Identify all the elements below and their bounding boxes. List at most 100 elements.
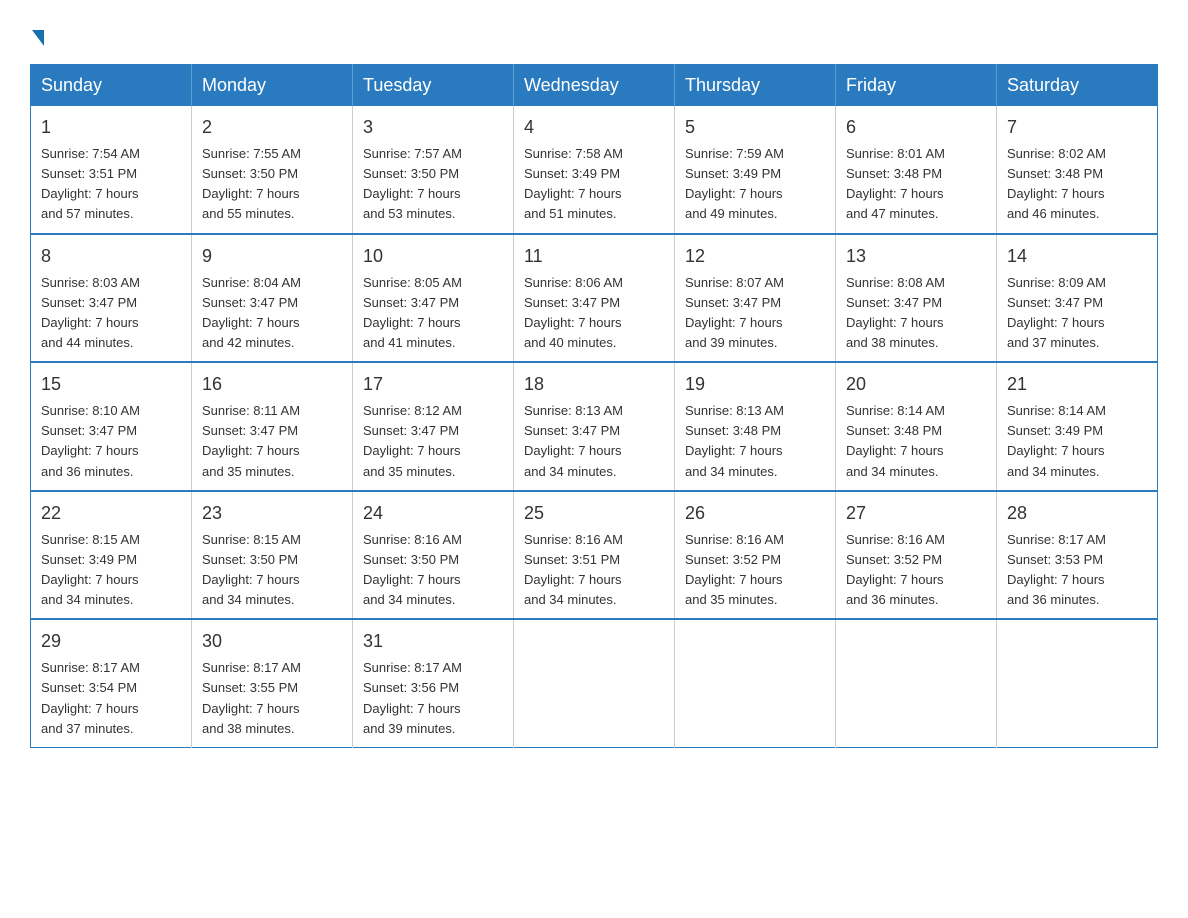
day-info: Sunrise: 8:10 AMSunset: 3:47 PMDaylight:… [41, 403, 140, 478]
day-info: Sunrise: 8:11 AMSunset: 3:47 PMDaylight:… [202, 403, 300, 478]
calendar-day-cell: 3 Sunrise: 7:57 AMSunset: 3:50 PMDayligh… [353, 106, 514, 234]
day-number: 26 [685, 500, 825, 527]
day-number: 30 [202, 628, 342, 655]
calendar-day-cell: 15 Sunrise: 8:10 AMSunset: 3:47 PMDaylig… [31, 362, 192, 491]
calendar-day-cell: 9 Sunrise: 8:04 AMSunset: 3:47 PMDayligh… [192, 234, 353, 363]
day-number: 22 [41, 500, 181, 527]
calendar-day-cell: 6 Sunrise: 8:01 AMSunset: 3:48 PMDayligh… [836, 106, 997, 234]
day-number: 18 [524, 371, 664, 398]
day-number: 6 [846, 114, 986, 141]
calendar-day-cell: 21 Sunrise: 8:14 AMSunset: 3:49 PMDaylig… [997, 362, 1158, 491]
calendar-day-cell: 24 Sunrise: 8:16 AMSunset: 3:50 PMDaylig… [353, 491, 514, 620]
calendar-day-cell: 29 Sunrise: 8:17 AMSunset: 3:54 PMDaylig… [31, 619, 192, 747]
day-info: Sunrise: 8:09 AMSunset: 3:47 PMDaylight:… [1007, 275, 1106, 350]
calendar-day-cell: 19 Sunrise: 8:13 AMSunset: 3:48 PMDaylig… [675, 362, 836, 491]
day-number: 20 [846, 371, 986, 398]
calendar-day-cell: 5 Sunrise: 7:59 AMSunset: 3:49 PMDayligh… [675, 106, 836, 234]
day-info: Sunrise: 8:17 AMSunset: 3:54 PMDaylight:… [41, 660, 140, 735]
day-info: Sunrise: 8:17 AMSunset: 3:55 PMDaylight:… [202, 660, 301, 735]
day-info: Sunrise: 7:57 AMSunset: 3:50 PMDaylight:… [363, 146, 462, 221]
day-of-week-header: Thursday [675, 65, 836, 107]
calendar-week-row: 15 Sunrise: 8:10 AMSunset: 3:47 PMDaylig… [31, 362, 1158, 491]
calendar-day-cell: 25 Sunrise: 8:16 AMSunset: 3:51 PMDaylig… [514, 491, 675, 620]
day-info: Sunrise: 8:01 AMSunset: 3:48 PMDaylight:… [846, 146, 945, 221]
calendar-day-cell: 22 Sunrise: 8:15 AMSunset: 3:49 PMDaylig… [31, 491, 192, 620]
day-of-week-header: Friday [836, 65, 997, 107]
calendar-day-cell: 4 Sunrise: 7:58 AMSunset: 3:49 PMDayligh… [514, 106, 675, 234]
day-info: Sunrise: 8:07 AMSunset: 3:47 PMDaylight:… [685, 275, 784, 350]
calendar-day-cell: 20 Sunrise: 8:14 AMSunset: 3:48 PMDaylig… [836, 362, 997, 491]
day-number: 7 [1007, 114, 1147, 141]
calendar-day-cell: 1 Sunrise: 7:54 AMSunset: 3:51 PMDayligh… [31, 106, 192, 234]
day-number: 2 [202, 114, 342, 141]
day-number: 8 [41, 243, 181, 270]
day-info: Sunrise: 8:15 AMSunset: 3:49 PMDaylight:… [41, 532, 140, 607]
day-number: 21 [1007, 371, 1147, 398]
calendar-week-row: 8 Sunrise: 8:03 AMSunset: 3:47 PMDayligh… [31, 234, 1158, 363]
calendar-day-cell: 13 Sunrise: 8:08 AMSunset: 3:47 PMDaylig… [836, 234, 997, 363]
logo [30, 20, 44, 46]
calendar-day-cell: 27 Sunrise: 8:16 AMSunset: 3:52 PMDaylig… [836, 491, 997, 620]
calendar-day-cell: 28 Sunrise: 8:17 AMSunset: 3:53 PMDaylig… [997, 491, 1158, 620]
calendar-day-cell: 18 Sunrise: 8:13 AMSunset: 3:47 PMDaylig… [514, 362, 675, 491]
day-info: Sunrise: 7:58 AMSunset: 3:49 PMDaylight:… [524, 146, 623, 221]
day-info: Sunrise: 8:15 AMSunset: 3:50 PMDaylight:… [202, 532, 301, 607]
day-number: 14 [1007, 243, 1147, 270]
day-info: Sunrise: 8:06 AMSunset: 3:47 PMDaylight:… [524, 275, 623, 350]
day-info: Sunrise: 8:02 AMSunset: 3:48 PMDaylight:… [1007, 146, 1106, 221]
day-number: 25 [524, 500, 664, 527]
day-number: 10 [363, 243, 503, 270]
day-number: 13 [846, 243, 986, 270]
calendar-day-cell: 2 Sunrise: 7:55 AMSunset: 3:50 PMDayligh… [192, 106, 353, 234]
calendar-day-cell [514, 619, 675, 747]
calendar-day-cell: 11 Sunrise: 8:06 AMSunset: 3:47 PMDaylig… [514, 234, 675, 363]
calendar-day-cell: 17 Sunrise: 8:12 AMSunset: 3:47 PMDaylig… [353, 362, 514, 491]
day-info: Sunrise: 8:16 AMSunset: 3:51 PMDaylight:… [524, 532, 623, 607]
day-of-week-header: Sunday [31, 65, 192, 107]
day-number: 3 [363, 114, 503, 141]
day-info: Sunrise: 8:08 AMSunset: 3:47 PMDaylight:… [846, 275, 945, 350]
calendar-day-cell: 31 Sunrise: 8:17 AMSunset: 3:56 PMDaylig… [353, 619, 514, 747]
page-header [30, 20, 1158, 46]
day-number: 28 [1007, 500, 1147, 527]
day-number: 19 [685, 371, 825, 398]
day-of-week-header: Monday [192, 65, 353, 107]
day-info: Sunrise: 7:54 AMSunset: 3:51 PMDaylight:… [41, 146, 140, 221]
calendar-week-row: 22 Sunrise: 8:15 AMSunset: 3:49 PMDaylig… [31, 491, 1158, 620]
day-info: Sunrise: 8:17 AMSunset: 3:53 PMDaylight:… [1007, 532, 1106, 607]
calendar-week-row: 29 Sunrise: 8:17 AMSunset: 3:54 PMDaylig… [31, 619, 1158, 747]
day-info: Sunrise: 8:16 AMSunset: 3:50 PMDaylight:… [363, 532, 462, 607]
calendar-day-cell [675, 619, 836, 747]
day-number: 5 [685, 114, 825, 141]
day-number: 11 [524, 243, 664, 270]
calendar-day-cell [836, 619, 997, 747]
day-info: Sunrise: 8:14 AMSunset: 3:49 PMDaylight:… [1007, 403, 1106, 478]
day-of-week-header: Wednesday [514, 65, 675, 107]
day-info: Sunrise: 7:59 AMSunset: 3:49 PMDaylight:… [685, 146, 784, 221]
day-info: Sunrise: 8:14 AMSunset: 3:48 PMDaylight:… [846, 403, 945, 478]
day-number: 15 [41, 371, 181, 398]
day-info: Sunrise: 8:04 AMSunset: 3:47 PMDaylight:… [202, 275, 301, 350]
calendar-day-cell: 8 Sunrise: 8:03 AMSunset: 3:47 PMDayligh… [31, 234, 192, 363]
day-info: Sunrise: 8:12 AMSunset: 3:47 PMDaylight:… [363, 403, 462, 478]
day-info: Sunrise: 8:16 AMSunset: 3:52 PMDaylight:… [846, 532, 945, 607]
calendar-day-cell: 7 Sunrise: 8:02 AMSunset: 3:48 PMDayligh… [997, 106, 1158, 234]
day-info: Sunrise: 8:13 AMSunset: 3:47 PMDaylight:… [524, 403, 623, 478]
day-info: Sunrise: 8:13 AMSunset: 3:48 PMDaylight:… [685, 403, 784, 478]
day-info: Sunrise: 8:03 AMSunset: 3:47 PMDaylight:… [41, 275, 140, 350]
calendar-table: SundayMondayTuesdayWednesdayThursdayFrid… [30, 64, 1158, 748]
calendar-day-cell: 30 Sunrise: 8:17 AMSunset: 3:55 PMDaylig… [192, 619, 353, 747]
day-number: 9 [202, 243, 342, 270]
day-number: 23 [202, 500, 342, 527]
day-number: 31 [363, 628, 503, 655]
day-number: 29 [41, 628, 181, 655]
calendar-day-cell: 16 Sunrise: 8:11 AMSunset: 3:47 PMDaylig… [192, 362, 353, 491]
day-number: 16 [202, 371, 342, 398]
logo-general-line [30, 20, 44, 46]
day-number: 27 [846, 500, 986, 527]
calendar-day-cell: 14 Sunrise: 8:09 AMSunset: 3:47 PMDaylig… [997, 234, 1158, 363]
calendar-day-cell: 23 Sunrise: 8:15 AMSunset: 3:50 PMDaylig… [192, 491, 353, 620]
logo-triangle-icon [32, 30, 44, 46]
calendar-header-row: SundayMondayTuesdayWednesdayThursdayFrid… [31, 65, 1158, 107]
day-info: Sunrise: 8:17 AMSunset: 3:56 PMDaylight:… [363, 660, 462, 735]
